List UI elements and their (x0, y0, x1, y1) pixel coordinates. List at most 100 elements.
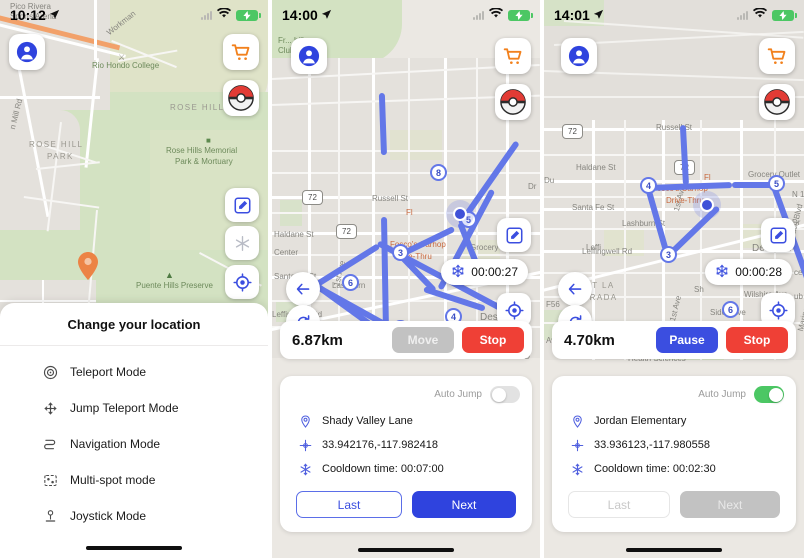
sheet-title: Change your location (0, 303, 268, 346)
mode-label: Teleport Mode (70, 365, 147, 379)
map-pin-orange[interactable] (78, 252, 98, 285)
user-location-dot (453, 207, 467, 221)
map-label: PARK (47, 152, 74, 161)
route-node[interactable]: 4 (640, 177, 657, 194)
map-label: Sports Arena (10, 12, 57, 21)
cooldown-timer-chip: 00:00:28 (705, 259, 792, 285)
profile-button[interactable] (9, 34, 45, 70)
route-node[interactable]: 6 (722, 301, 739, 318)
map-label: Haldane St (274, 230, 314, 239)
sidebar-item-multi-spot-mode[interactable]: Multi-spot mode (0, 462, 268, 498)
cooldown-row: Cooldown time: 00:07:00 (292, 457, 520, 481)
map-label: Pico Rivera (10, 2, 51, 11)
back-button[interactable] (286, 272, 320, 306)
route-control-bar: 4.70km Pause Stop (552, 321, 796, 359)
waypoint-nav-buttons: Last Next (564, 481, 784, 520)
control-buttons: Pause Stop (656, 327, 788, 353)
route-node[interactable]: 5 (768, 175, 785, 192)
road (94, 0, 97, 60)
auto-jump-row: Auto Jump (292, 386, 520, 409)
snowflake-icon (570, 462, 584, 476)
profile-button[interactable] (561, 38, 597, 74)
route-shield-label: 72 (308, 193, 317, 202)
cooldown-row: Cooldown time: 00:02:30 (564, 457, 784, 481)
location-pin-icon (570, 414, 584, 428)
joystick-icon (42, 508, 58, 524)
move-button[interactable]: Move (392, 327, 454, 353)
sidebar-item-jump-teleport-mode[interactable]: Jump Teleport Mode (0, 390, 268, 426)
auto-jump-toggle[interactable] (754, 386, 784, 403)
map-label: Dr (528, 182, 537, 191)
shop-button[interactable] (495, 38, 531, 74)
sidebar-item-joystick-mode[interactable]: Joystick Mode (0, 498, 268, 534)
road (272, 150, 540, 152)
panel-route-running: Fr... hills Club Russell St Haldane St S… (272, 0, 540, 558)
waypoint-nav-buttons: Last Next (292, 481, 520, 520)
panel-teleport-modes: Pico Rivera Sports Arena Workman Rio Hon… (0, 0, 268, 558)
user-location-dot (700, 198, 714, 212)
map-label: ub (794, 292, 803, 301)
snowflake-icon (715, 264, 729, 281)
map-label: ROSE HILL (29, 140, 84, 149)
route-node[interactable]: 6 (342, 274, 359, 291)
poi-marker-icon: ■ (206, 136, 211, 145)
cooldown-text: Cooldown time: 00:07:00 (322, 463, 444, 475)
map-label: Park & Mortuary (175, 157, 233, 166)
map-label: Santa Fe St (572, 203, 615, 212)
shop-button[interactable] (223, 34, 259, 70)
mode-label: Multi-spot mode (70, 473, 156, 487)
target-icon (42, 364, 58, 380)
poi-marker-icon: ⚔ (118, 53, 126, 62)
change-location-sheet: Change your location Teleport Mode Jump … (0, 303, 268, 558)
home-indicator (626, 548, 722, 552)
back-button[interactable] (558, 272, 592, 306)
next-button[interactable]: Next (680, 491, 780, 518)
distance-value: 4.70km (564, 331, 615, 349)
edit-route-button[interactable] (225, 188, 259, 222)
profile-button[interactable] (291, 38, 327, 74)
map-label: Russell St (656, 123, 693, 132)
control-buttons: Move Stop (392, 327, 524, 353)
last-button[interactable]: Last (296, 491, 402, 518)
pokeball-button[interactable] (223, 80, 259, 116)
auto-jump-label: Auto Jump (434, 389, 482, 400)
next-button[interactable]: Next (412, 491, 516, 518)
panel-route-paused: Russell St Haldane St Santa Fe St Lashbu… (544, 0, 804, 558)
map-label: Center (274, 248, 299, 257)
pause-button[interactable]: Pause (656, 327, 718, 353)
road (544, 154, 804, 156)
map-label: Fl (704, 173, 711, 182)
tree-icon: ▲ (165, 270, 174, 280)
cooldown-timer-chip: 00:00:27 (441, 259, 528, 285)
route-node[interactable]: 3 (660, 246, 677, 263)
edit-route-button[interactable] (497, 218, 531, 252)
sidebar-item-navigation-mode[interactable]: Navigation Mode (0, 426, 268, 462)
waypoint-name: Shady Valley Lane (322, 415, 413, 427)
shop-button[interactable] (759, 38, 795, 74)
cooldown-button[interactable] (225, 226, 259, 260)
route-node[interactable]: 8 (430, 164, 447, 181)
locate-me-button[interactable] (225, 265, 259, 299)
auto-jump-toggle[interactable] (490, 386, 520, 403)
route-shield: 72 (336, 224, 357, 239)
stop-button[interactable]: Stop (726, 327, 788, 353)
mode-list: Teleport Mode Jump Teleport Mode Navigat… (0, 346, 268, 534)
mode-label: Navigation Mode (70, 437, 161, 451)
map-terrain (390, 130, 442, 160)
sidebar-item-teleport-mode[interactable]: Teleport Mode (0, 354, 268, 390)
map-label: Drive-Thru (666, 196, 704, 205)
edit-route-button[interactable] (761, 218, 795, 252)
coordinates-icon (298, 438, 312, 452)
pokeball-button[interactable] (495, 84, 531, 120)
pokeball-button[interactable] (759, 84, 795, 120)
map-label: Leffi (586, 243, 601, 252)
map-label: Puente Hills Preserve (136, 281, 213, 290)
cooldown-timer-value: 00:00:27 (471, 265, 518, 279)
route-node[interactable]: 3 (392, 244, 409, 261)
route-shield-label: 72 (568, 127, 577, 136)
cooldown-text: Cooldown time: 00:02:30 (594, 463, 716, 475)
road (372, 58, 375, 358)
location-pin-icon (298, 414, 312, 428)
last-button[interactable]: Last (568, 491, 670, 518)
stop-button[interactable]: Stop (462, 327, 524, 353)
